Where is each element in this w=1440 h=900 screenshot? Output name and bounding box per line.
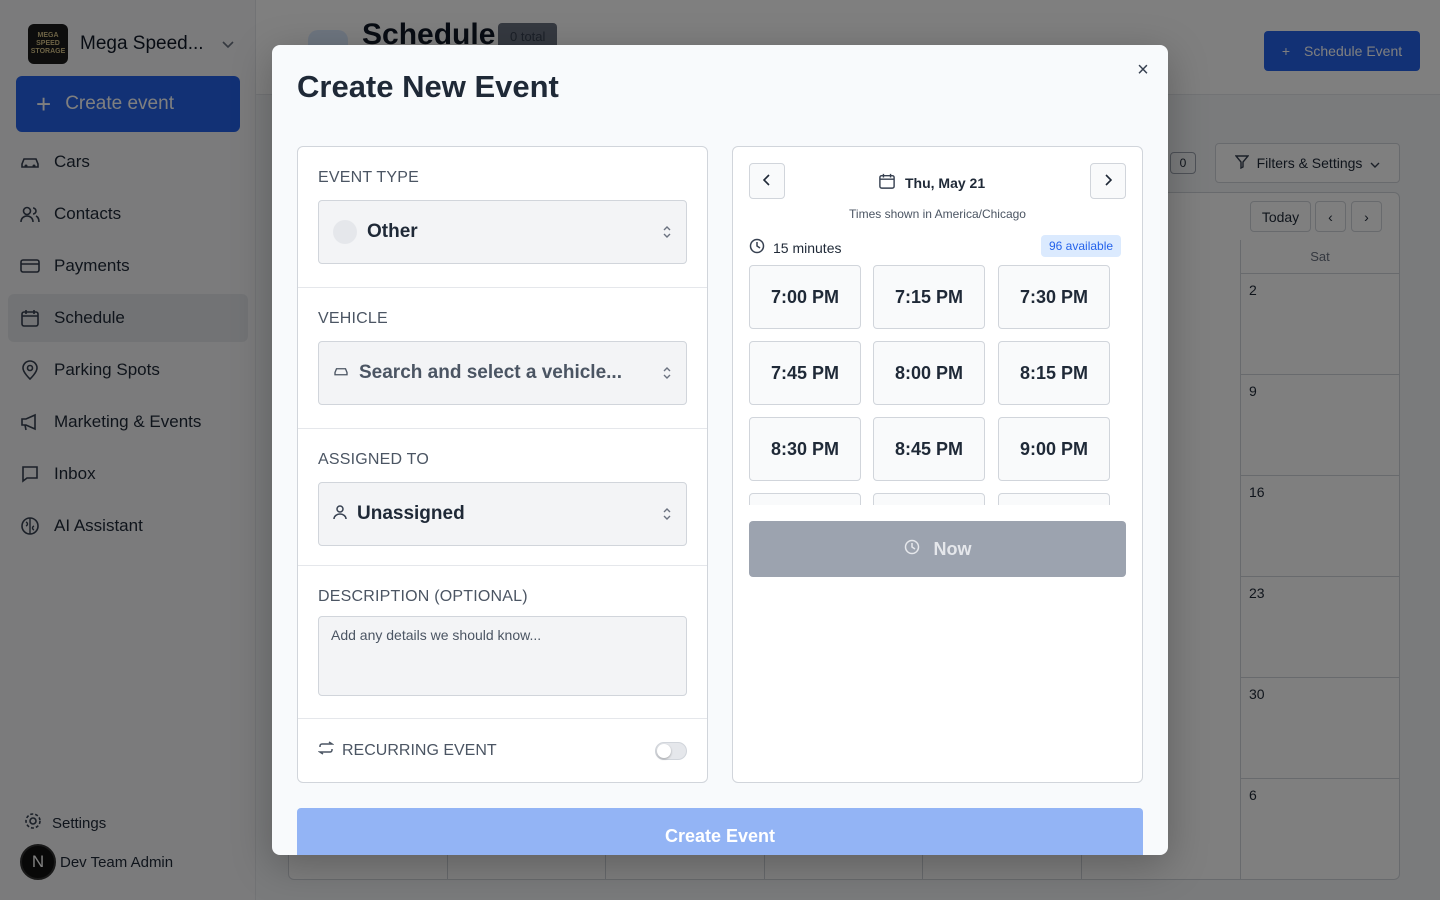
chevron-right-icon [1104,173,1113,189]
vehicle-label: VEHICLE [318,310,388,327]
description-textarea[interactable]: Add any details we should know... [318,616,687,696]
time-slot[interactable] [873,493,985,505]
assigned-select[interactable]: Unassigned [318,482,687,546]
event-type-value: Other [367,221,418,242]
create-event-modal: Create New Event × EVENT TYPE Other VEHI… [272,45,1168,855]
assigned-value: Unassigned [357,503,465,524]
modal-title: Create New Event [297,69,559,104]
description-label: DESCRIPTION (OPTIONAL) [318,588,528,605]
time-slot[interactable]: 7:30 PM [998,265,1110,329]
duration-info: 15 minutes [749,238,841,257]
now-label: Now [933,538,972,559]
chevrons-up-down-icon [662,225,672,241]
time-picker-panel: Thu, May 21 Times shown in America/Chica… [732,146,1143,783]
next-day-button[interactable] [1090,163,1126,199]
time-slot[interactable] [749,493,861,505]
time-slot[interactable]: 8:00 PM [873,341,985,405]
now-button[interactable]: Now [749,521,1126,577]
chevron-left-icon [762,173,771,189]
time-slot-grid: 7:00 PM 7:15 PM 7:30 PM 7:45 PM 8:00 PM … [749,265,1129,505]
recurring-toggle[interactable] [655,741,687,760]
calendar-icon [879,173,895,192]
prev-day-button[interactable] [749,163,785,199]
selected-date: Thu, May 21 [879,173,985,192]
recurring-label: RECURRING EVENT [342,741,497,759]
vehicle-placeholder: Search and select a vehicle... [359,362,622,383]
car-icon [333,364,349,382]
time-slot[interactable]: 7:15 PM [873,265,985,329]
time-slot[interactable]: 8:15 PM [998,341,1110,405]
create-event-submit-button[interactable]: Create Event [297,808,1143,855]
clock-icon [749,238,765,257]
repeat-icon [317,741,335,760]
time-slot[interactable]: 8:45 PM [873,417,985,481]
duration-label: 15 minutes [773,239,842,256]
selected-date-label: Thu, May 21 [905,174,986,191]
time-slot[interactable]: 8:30 PM [749,417,861,481]
close-icon[interactable]: × [1132,59,1154,81]
description-section: DESCRIPTION (OPTIONAL) Add any details w… [298,566,707,719]
availability-badge: 96 available [1041,235,1122,257]
user-icon [333,504,347,525]
time-slot[interactable]: 7:45 PM [749,341,861,405]
assigned-section: ASSIGNED TO Unassigned [298,429,707,566]
event-details-panel: EVENT TYPE Other VEHICLE Search and sele… [297,146,708,783]
timezone-note: Times shown in America/Chicago [849,207,1026,221]
clock-icon [904,539,920,560]
time-slot[interactable]: 7:00 PM [749,265,861,329]
chevrons-up-down-icon [662,507,672,523]
recurring-section: RECURRING EVENT [298,719,707,782]
event-type-icon [333,220,357,244]
time-slot[interactable]: 9:00 PM [998,417,1110,481]
event-type-section: EVENT TYPE Other [298,147,707,288]
event-type-select[interactable]: Other [318,200,687,264]
event-type-label: EVENT TYPE [318,169,419,186]
chevrons-up-down-icon [662,366,672,382]
time-slot[interactable] [998,493,1110,505]
vehicle-section: VEHICLE Search and select a vehicle... [298,288,707,429]
vehicle-select[interactable]: Search and select a vehicle... [318,341,687,405]
assigned-label: ASSIGNED TO [318,451,429,468]
